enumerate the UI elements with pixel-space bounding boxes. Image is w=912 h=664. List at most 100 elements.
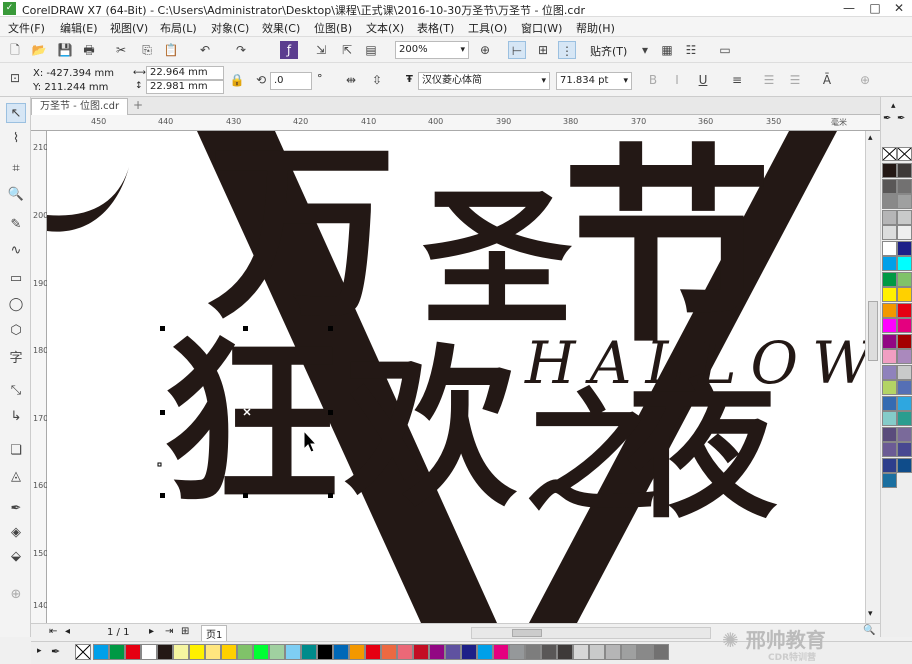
selection-handle[interactable]	[243, 493, 248, 498]
color-swatch[interactable]	[897, 349, 912, 364]
show-grid-icon[interactable]: ⊞	[534, 41, 552, 59]
color-swatch[interactable]	[653, 644, 669, 660]
menu-table[interactable]: 表格(T)	[417, 20, 454, 36]
eyedropper-icon[interactable]: ✒	[51, 645, 60, 658]
color-swatch[interactable]	[897, 302, 912, 318]
italic-icon[interactable]: I	[668, 71, 686, 89]
color-swatch[interactable]	[173, 644, 189, 660]
close-button[interactable]: ✕	[886, 0, 912, 16]
color-swatch[interactable]	[897, 163, 912, 178]
scrollbar-thumb[interactable]	[868, 301, 878, 361]
polygon-tool-icon[interactable]: ⬡	[6, 321, 26, 341]
font-size-select[interactable]: 71.834 pt	[556, 72, 632, 90]
rectangle-tool-icon[interactable]: ▭	[6, 269, 26, 289]
color-swatch[interactable]	[541, 644, 557, 660]
color-swatch[interactable]	[897, 178, 912, 194]
script-hallow[interactable]: HALLOW	[524, 329, 865, 397]
eyedropper-icon[interactable]: ✒	[883, 113, 891, 124]
color-swatch[interactable]	[461, 644, 477, 660]
scroll-down-icon[interactable]: ▾	[868, 609, 873, 619]
color-swatch[interactable]	[413, 644, 429, 660]
mirror-vertical-icon[interactable]: ⇳	[368, 71, 386, 89]
redo-icon[interactable]: ↷	[232, 41, 250, 59]
underline-icon[interactable]: U	[694, 71, 712, 89]
hscroll-thumb[interactable]	[512, 629, 542, 637]
print-icon[interactable]: 🖶	[80, 41, 98, 59]
menu-layout[interactable]: 布局(L)	[160, 20, 197, 36]
freehand-tool-icon[interactable]: ✎	[6, 215, 26, 235]
add-tool-icon[interactable]: ⊕	[6, 585, 26, 605]
color-swatch[interactable]	[301, 644, 317, 660]
drawing-canvas[interactable]: 万 圣 节 狂 欢 之 夜 HALLOW	[47, 131, 865, 623]
y-position-field[interactable]: Y: 211.244 mm	[30, 80, 120, 98]
first-page-icon[interactable]: ⇤	[49, 626, 57, 637]
no-color-swatch[interactable]	[75, 644, 91, 660]
color-swatch[interactable]	[882, 287, 897, 302]
color-swatch[interactable]	[882, 457, 897, 473]
color-swatch[interactable]	[109, 644, 125, 660]
open-folder-icon[interactable]: 📂	[30, 41, 48, 59]
color-swatch[interactable]	[285, 644, 301, 660]
color-swatch[interactable]	[897, 256, 912, 271]
color-swatch[interactable]	[897, 240, 912, 256]
welcome-screen-icon[interactable]: ▭	[716, 41, 734, 59]
color-swatch[interactable]	[897, 287, 912, 302]
color-swatch[interactable]	[882, 240, 897, 256]
zoom-tool-icon[interactable]: 🔍	[6, 185, 26, 205]
text-align-icon[interactable]: ≡	[728, 71, 746, 89]
color-swatch[interactable]	[317, 644, 333, 660]
horizontal-scrollbar[interactable]	[471, 627, 711, 639]
undo-icon[interactable]: ↶	[196, 41, 214, 59]
show-guidelines-icon[interactable]: ⋮	[558, 41, 576, 59]
color-swatch[interactable]	[253, 644, 269, 660]
selection-handle[interactable]	[243, 326, 248, 331]
menu-help[interactable]: 帮助(H)	[576, 20, 615, 36]
color-swatch[interactable]	[525, 644, 541, 660]
color-swatch[interactable]	[493, 644, 509, 660]
save-icon[interactable]: 💾	[56, 41, 74, 59]
last-page-icon[interactable]: ⇥	[165, 626, 173, 637]
color-swatch[interactable]	[897, 194, 912, 209]
transparency-tool-icon[interactable]: ◬	[6, 467, 26, 487]
menu-text[interactable]: 文本(X)	[366, 20, 404, 36]
minimize-button[interactable]: —	[836, 0, 862, 16]
zoom-level-select[interactable]: 200%	[395, 41, 469, 59]
color-swatch[interactable]	[882, 442, 897, 457]
eyedropper-icon[interactable]: ✒	[897, 113, 905, 124]
color-swatch[interactable]	[882, 349, 897, 364]
menu-bitmap[interactable]: 位图(B)	[314, 20, 352, 36]
color-swatch[interactable]	[221, 644, 237, 660]
menu-tools[interactable]: 工具(O)	[468, 20, 507, 36]
object-origin-icon[interactable]: ⊡	[6, 69, 24, 87]
color-swatch[interactable]	[205, 644, 221, 660]
color-swatch[interactable]	[882, 473, 897, 488]
vertical-scrollbar[interactable]: ▴ ▾	[865, 131, 880, 623]
selection-handle[interactable]	[160, 493, 165, 498]
pick-tool-icon[interactable]: ↖	[6, 103, 26, 123]
menu-file[interactable]: 文件(F)	[8, 20, 45, 36]
menu-view[interactable]: 视图(V)	[110, 20, 148, 36]
page-tab[interactable]: 页1	[201, 625, 228, 642]
maximize-button[interactable]: □	[862, 0, 888, 16]
color-swatch[interactable]	[605, 644, 621, 660]
color-swatch[interactable]	[589, 644, 605, 660]
search-content-icon[interactable]: ƒ	[280, 41, 298, 59]
height-field[interactable]: 22.981 mm	[146, 80, 224, 94]
next-page-icon[interactable]: ▸	[149, 626, 154, 637]
color-swatch[interactable]	[381, 644, 397, 660]
drop-shadow-icon[interactable]: ❏	[6, 441, 26, 461]
smart-fill-icon[interactable]: ⬙	[6, 547, 26, 567]
mirror-horizontal-icon[interactable]: ⇹	[342, 71, 360, 89]
menu-window[interactable]: 窗口(W)	[521, 20, 562, 36]
palette-up-icon[interactable]: ▴	[891, 101, 896, 111]
color-swatch[interactable]	[882, 395, 897, 411]
color-swatch[interactable]	[93, 644, 109, 660]
parallel-dimension-icon[interactable]: ⤡	[6, 381, 26, 401]
selection-handle[interactable]	[328, 326, 333, 331]
color-swatch[interactable]	[573, 644, 589, 660]
show-rulers-icon[interactable]: ⊢	[508, 41, 526, 59]
bold-icon[interactable]: B	[644, 71, 662, 89]
eyedropper-icon[interactable]: ✒	[6, 499, 26, 519]
menu-object[interactable]: 对象(C)	[211, 20, 249, 36]
prev-page-icon[interactable]: ◂	[65, 626, 70, 637]
